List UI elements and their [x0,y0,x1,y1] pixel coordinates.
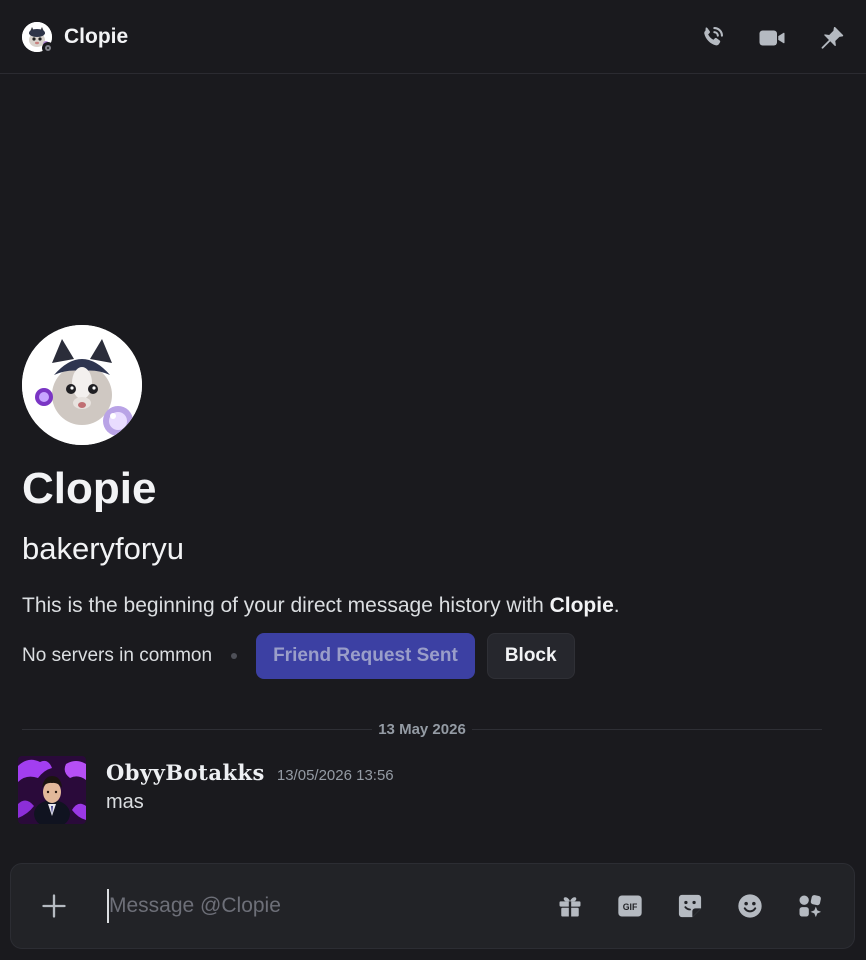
header-actions [696,22,848,54]
video-camera-icon[interactable] [756,22,788,54]
block-button[interactable]: Block [486,633,575,679]
divider-date: 13 May 2026 [378,720,466,738]
profile-display-name: Clopie [22,464,157,513]
description-suffix: . [613,594,620,617]
profile-username: bakeryforyu [22,531,184,566]
phone-call-icon[interactable] [696,22,728,54]
message-input[interactable] [107,889,542,923]
date-divider: 13 May 2026 [22,718,823,740]
apps-icon[interactable] [794,890,826,922]
message-body: 𝐎𝐛𝐲𝐲𝐁𝐨𝐭𝐚𝐤𝐤𝐬 13/05/2026 13:56 mas [106,756,394,824]
message-composer: GIF [10,863,855,949]
message-header: 𝐎𝐛𝐲𝐲𝐁𝐨𝐭𝐚𝐤𝐤𝐬 13/05/2026 13:56 [106,760,394,785]
separator-dot [231,653,238,659]
header-avatar[interactable] [22,21,54,54]
dm-window: Clopie Clopie bakeryforyu This is the be… [0,0,866,960]
dm-welcome: Clopie bakeryforyu This is the beginning… [22,325,842,679]
header-title: Clopie [64,24,129,48]
gift-icon[interactable] [554,890,586,922]
profile-actions: No servers in common Friend Request Sent… [22,633,842,679]
divider-line-right [471,728,823,730]
gif-icon[interactable]: GIF [614,890,646,922]
message-content: mas [106,791,144,813]
mutual-servers-text: No servers in common [22,645,213,666]
profile-avatar[interactable] [22,325,142,445]
composer-tools: GIF [554,890,826,922]
message-timestamp: 13/05/2026 13:56 [276,767,394,784]
friend-request-sent-button[interactable]: Friend Request Sent [256,633,475,679]
message-author-avatar[interactable] [18,756,86,824]
description-prefix: This is the beginning of your direct mes… [22,594,550,617]
dm-history-description: This is the beginning of your direct mes… [22,591,842,621]
pin-icon[interactable] [816,22,848,54]
message-item[interactable]: 𝐎𝐛𝐲𝐲𝐁𝐨𝐭𝐚𝐤𝐤𝐬 13/05/2026 13:56 mas [18,756,848,824]
status-offline-indicator [42,41,54,54]
emoji-icon[interactable] [734,890,766,922]
plus-icon[interactable] [37,889,71,923]
description-name: Clopie [549,594,614,617]
channel-header: Clopie [0,0,866,74]
message-author[interactable]: 𝐎𝐛𝐲𝐲𝐁𝐨𝐭𝐚𝐤𝐤𝐬 [106,760,265,785]
svg-text:GIF: GIF [623,902,638,912]
divider-line-left [22,728,373,730]
sticker-icon[interactable] [674,890,706,922]
